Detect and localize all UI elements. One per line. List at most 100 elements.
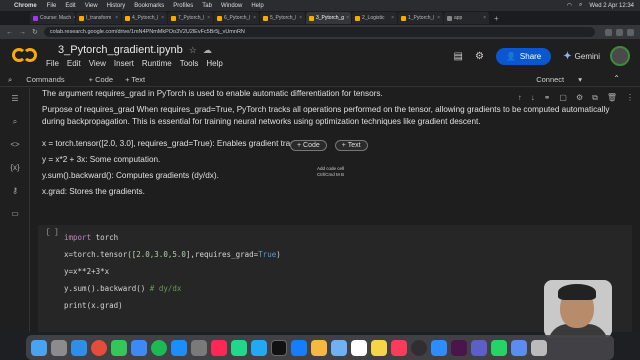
variables-icon[interactable]: {x} — [9, 163, 21, 173]
close-icon[interactable]: × — [113, 15, 118, 21]
browser-tab[interactable]: Course: Mach × — [30, 12, 75, 24]
menubar-item-bookmarks[interactable]: Bookmarks — [134, 3, 164, 9]
close-icon[interactable]: × — [344, 15, 349, 21]
avatar[interactable] — [610, 46, 630, 66]
menu-file[interactable]: File — [46, 59, 59, 68]
spotify-icon[interactable] — [151, 339, 167, 356]
secrets-icon[interactable]: ⚷ — [9, 186, 21, 196]
toc-icon[interactable]: ☰ — [9, 94, 21, 104]
intellij-icon[interactable] — [211, 339, 227, 356]
photos-icon[interactable] — [311, 339, 327, 356]
close-icon[interactable]: × — [435, 15, 440, 21]
browser-tab[interactable]: app × — [444, 12, 489, 24]
notebook-title[interactable]: 3_Pytorch_gradient.ipynb — [58, 44, 183, 56]
messages-icon[interactable] — [111, 339, 127, 356]
extension-icon[interactable] — [605, 28, 612, 36]
app-store-icon[interactable] — [171, 339, 187, 356]
menubar-item-help[interactable]: Help — [251, 3, 263, 9]
reload-icon[interactable]: ↻ — [32, 28, 38, 36]
add-text-button[interactable]: + Text — [125, 75, 145, 84]
vscode-icon[interactable] — [251, 339, 267, 356]
gemini-button[interactable]: ✦ Gemini — [563, 51, 600, 62]
finder-icon[interactable] — [31, 339, 47, 356]
menu-runtime[interactable]: Runtime — [142, 59, 172, 68]
share-button[interactable]: 👤 Share — [495, 47, 552, 65]
chrome-icon[interactable] — [91, 339, 107, 356]
notes-icon[interactable] — [371, 339, 387, 356]
browser-tab[interactable]: 5_Pytorch_l × — [260, 12, 305, 24]
pycharm-icon[interactable] — [231, 339, 247, 356]
menubar-item-history[interactable]: History — [107, 3, 126, 9]
menubar-item-tab[interactable]: Tab — [202, 3, 212, 9]
star-icon[interactable]: ☆ — [189, 45, 197, 56]
menubar-item-edit[interactable]: Edit — [65, 3, 75, 9]
menubar-item-profiles[interactable]: Profiles — [173, 3, 193, 9]
url-field[interactable]: colab.research.google.com/drive/1mN4PNmM… — [43, 27, 595, 37]
menubar-app-name[interactable]: Chrome — [14, 3, 37, 9]
extension-icon[interactable] — [616, 28, 623, 36]
browser-tab[interactable]: I_transform × — [76, 12, 121, 24]
add-code-button[interactable]: + Code — [89, 75, 113, 84]
menu-help[interactable]: Help — [206, 59, 222, 68]
close-icon[interactable]: × — [481, 15, 486, 21]
whatsapp-icon[interactable] — [491, 339, 507, 356]
browser-tab[interactable]: 6_Pytorch_l × — [214, 12, 259, 24]
mail-icon[interactable] — [131, 339, 147, 356]
colab-logo-icon[interactable] — [12, 48, 38, 62]
insert-text-button[interactable]: + Text — [334, 140, 368, 151]
code-cell[interactable]: [ ] import torch x=torch.tensor([2.0,3.0… — [38, 225, 632, 332]
zoom-icon[interactable] — [431, 339, 447, 356]
menu-tools[interactable]: Tools — [180, 59, 199, 68]
browser-tab[interactable]: 7_Pytorch_l × — [168, 12, 213, 24]
close-icon[interactable]: × — [205, 15, 210, 21]
close-icon[interactable]: × — [297, 15, 302, 21]
comment-icon[interactable]: ▤ — [454, 51, 463, 62]
close-icon[interactable]: × — [71, 15, 75, 21]
launchpad-icon[interactable] — [51, 339, 67, 356]
close-icon[interactable]: × — [159, 15, 164, 21]
browser-tab[interactable]: 4_Pytorch_l × — [122, 12, 167, 24]
calendar-icon[interactable] — [351, 339, 367, 356]
folder-icon[interactable]: ▭ — [9, 209, 21, 219]
wifi-icon[interactable]: ◠ — [567, 2, 572, 9]
search-icon[interactable]: ⌕ — [9, 117, 21, 127]
xcode-icon[interactable] — [291, 339, 307, 356]
menu-view[interactable]: View — [89, 59, 106, 68]
teams-icon[interactable] — [471, 339, 487, 356]
trash-icon[interactable] — [531, 339, 547, 356]
browser-tab-active[interactable]: 3_Pytorch_g × — [306, 12, 351, 24]
new-tab-icon[interactable]: + — [494, 14, 499, 23]
gear-icon[interactable]: ⚙ — [475, 51, 484, 62]
menu-insert[interactable]: Insert — [114, 59, 134, 68]
forward-icon[interactable]: → — [19, 29, 26, 36]
cloud-icon[interactable]: ☁ — [203, 45, 212, 56]
run-cell-button[interactable]: [ ] — [46, 229, 59, 237]
code-icon[interactable]: <> — [9, 140, 21, 150]
commands-button[interactable]: ⌕ Commands — [8, 75, 77, 85]
search-icon[interactable]: ⌕ — [579, 2, 582, 9]
chevron-up-icon[interactable]: ⌃ — [613, 74, 620, 83]
slack-icon[interactable] — [451, 339, 467, 356]
terminal-icon[interactable] — [271, 339, 287, 356]
menubar-item-view[interactable]: View — [85, 3, 98, 9]
close-icon[interactable]: × — [251, 15, 256, 21]
settings-icon[interactable] — [191, 339, 207, 356]
menubar-item-file[interactable]: File — [47, 3, 57, 9]
downloads-icon[interactable] — [511, 339, 527, 356]
insert-code-button[interactable]: + Code — [290, 140, 327, 151]
browser-tab[interactable]: 1_Pytorch_l × — [398, 12, 443, 24]
preview-icon[interactable] — [331, 339, 347, 356]
music-icon[interactable] — [391, 339, 407, 356]
more-icon[interactable]: ⋮ — [626, 93, 634, 103]
browser-tab[interactable]: 2_Logistic × — [352, 12, 397, 24]
connect-button[interactable]: Connect ▾ — [536, 75, 594, 84]
code-editor[interactable]: import torch x=torch.tensor([2.0,3.0,5.0… — [64, 229, 281, 314]
menu-edit[interactable]: Edit — [67, 59, 81, 68]
obs-icon[interactable] — [411, 339, 427, 356]
safari-icon[interactable] — [71, 339, 87, 356]
profile-icon[interactable] — [627, 28, 634, 36]
back-icon[interactable]: ← — [6, 29, 13, 36]
menubar-item-window[interactable]: Window — [221, 3, 242, 9]
menubar-clock[interactable]: Wed 2 Apr 12:34 — [589, 3, 634, 9]
close-icon[interactable]: × — [389, 15, 394, 21]
